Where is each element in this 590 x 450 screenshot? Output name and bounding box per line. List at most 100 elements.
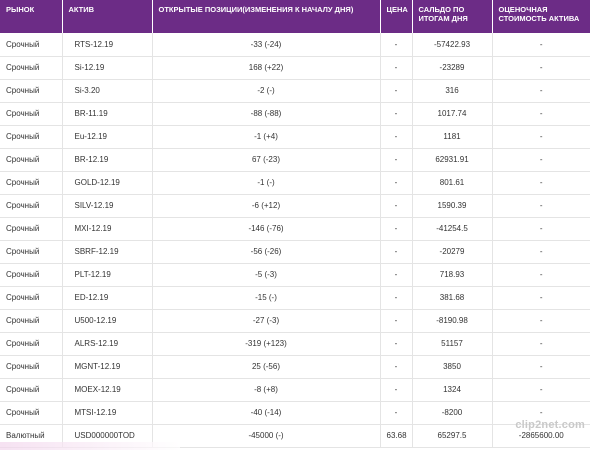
cell-positions: -1 (-) [152, 171, 381, 195]
cell-asset: ED-12.19 [62, 286, 153, 310]
cell-asset: MOEX-12.19 [62, 378, 153, 402]
header-asset[interactable]: АКТИВ [62, 0, 153, 33]
cell-price: - [380, 401, 413, 425]
cell-value: -2865600.00 [492, 424, 590, 448]
cell-balance: -20279 [412, 240, 493, 264]
cell-price: - [380, 56, 413, 80]
table-row[interactable]: Срочный SBRF-12.19 -56 (-26) - -20279- [0, 240, 590, 264]
cell-value: - [492, 263, 590, 287]
cell-value: - [492, 79, 590, 103]
table-row[interactable]: Срочный BR-11.19 -88 (-88) -1017.74- [0, 102, 590, 126]
header-price[interactable]: ЦЕНА [380, 0, 413, 33]
cell-asset: U500-12.19 [62, 309, 153, 333]
cell-value: - [492, 171, 590, 195]
cell-asset: MGNT-12.19 [62, 355, 153, 379]
cell-asset: BR-11.19 [62, 102, 153, 126]
table-row[interactable]: Срочный ALRS-12.19 -319 (+123) -51157- [0, 332, 590, 356]
cell-price: - [380, 355, 413, 379]
cell-price: - [380, 194, 413, 218]
cell-price: - [380, 240, 413, 264]
cell-asset: PLT-12.19 [62, 263, 153, 287]
cell-market: Срочный [0, 355, 63, 379]
cell-balance: -8200 [412, 401, 493, 425]
cell-price: - [380, 148, 413, 172]
cell-positions: -1 (+4) [152, 125, 381, 149]
table-header: РЫНОК АКТИВ ОТКРЫТЫЕ ПОЗИЦИИ(ИЗМЕНЕНИЯ К… [0, 0, 590, 33]
header-balance[interactable]: САЛЬДО ПО ИТОГАМ ДНЯ [412, 0, 493, 33]
cell-balance: 51157 [412, 332, 493, 356]
table-row[interactable]: Срочный SILV-12.19 -6 (+12) -1590.39- [0, 194, 590, 218]
cell-market: Срочный [0, 171, 63, 195]
cell-positions: -8 (+8) [152, 378, 381, 402]
header-market[interactable]: РЫНОК [0, 0, 63, 33]
table-row[interactable]: Срочный RTS-12.19 -33 (-24) - -57422.93- [0, 33, 590, 57]
cell-positions: -45000 (-) [152, 424, 381, 448]
cell-asset: RTS-12.19 [62, 33, 153, 57]
cell-asset: Si-12.19 [62, 56, 153, 80]
page: РЫНОК АКТИВ ОТКРЫТЫЕ ПОЗИЦИИ(ИЗМЕНЕНИЯ К… [0, 0, 590, 450]
cell-market: Срочный [0, 240, 63, 264]
table-row[interactable]: Срочный Si-12.19 168 (+22) - -23289- [0, 56, 590, 80]
cell-price: - [380, 102, 413, 126]
cell-asset: GOLD-12.19 [62, 171, 153, 195]
cell-price: - [380, 378, 413, 402]
cell-market: Срочный [0, 286, 63, 310]
table-row[interactable]: Срочный Eu-12.19 -1 (+4) -1181- [0, 125, 590, 149]
cell-balance: 1324 [412, 378, 493, 402]
cell-balance: -57422.93 [412, 33, 493, 57]
cell-price: - [380, 125, 413, 149]
cell-value: - [492, 401, 590, 425]
cell-price: - [380, 332, 413, 356]
table-row[interactable]: Срочный MOEX-12.19 -8 (+8) -1324- [0, 378, 590, 402]
cell-value: - [492, 332, 590, 356]
cell-positions: -6 (+12) [152, 194, 381, 218]
header-positions[interactable]: ОТКРЫТЫЕ ПОЗИЦИИ(ИЗМЕНЕНИЯ К НАЧАЛУ ДНЯ) [152, 0, 381, 33]
cell-positions: 168 (+22) [152, 56, 381, 80]
table-row[interactable]: Срочный Si-3.20 -2 (-) -316- [0, 79, 590, 103]
cell-positions: -15 (-) [152, 286, 381, 310]
cell-market: Срочный [0, 263, 63, 287]
table-row[interactable]: Срочный MTSI-12.19 -40 (-14) - -8200- [0, 401, 590, 425]
table-row[interactable]: Срочный PLT-12.19 -5 (-3) -718.93- [0, 263, 590, 287]
cell-positions: -146 (-76) [152, 217, 381, 241]
cell-balance: -23289 [412, 56, 493, 80]
cell-positions: 25 (-56) [152, 355, 381, 379]
table-row[interactable]: Срочный BR-12.19 67 (-23) -62931.91- [0, 148, 590, 172]
cell-value: - [492, 355, 590, 379]
cell-positions: -40 (-14) [152, 401, 381, 425]
cell-balance: 3850 [412, 355, 493, 379]
cell-market: Срочный [0, 217, 63, 241]
cell-value: - [492, 56, 590, 80]
cell-balance: -41254.5 [412, 217, 493, 241]
cell-market: Срочный [0, 194, 63, 218]
cell-positions: -27 (-3) [152, 309, 381, 333]
cell-value: - [492, 309, 590, 333]
cell-balance: 1181 [412, 125, 493, 149]
cell-value: - [492, 102, 590, 126]
cell-market: Срочный [0, 148, 63, 172]
cell-price: - [380, 171, 413, 195]
table-row[interactable]: Срочный MGNT-12.19 25 (-56) -3850- [0, 355, 590, 379]
header-row: РЫНОК АКТИВ ОТКРЫТЫЕ ПОЗИЦИИ(ИЗМЕНЕНИЯ К… [0, 0, 590, 33]
table-body: Срочный RTS-12.19 -33 (-24) - -57422.93- Сроч… [0, 33, 590, 448]
cell-balance: 1590.39 [412, 194, 493, 218]
cell-price: - [380, 79, 413, 103]
cell-balance: 718.93 [412, 263, 493, 287]
cell-asset: BR-12.19 [62, 148, 153, 172]
cell-price: - [380, 286, 413, 310]
background-fade [0, 442, 180, 450]
cell-positions: -2 (-) [152, 79, 381, 103]
header-value[interactable]: ОЦЕНОЧНАЯ СТОИМОСТЬ АКТИВА [492, 0, 590, 33]
table-row[interactable]: Срочный MXI-12.19 -146 (-76) - -41254.5- [0, 217, 590, 241]
cell-price: - [380, 309, 413, 333]
table-row[interactable]: Срочный ED-12.19 -15 (-) -381.68- [0, 286, 590, 310]
cell-value: - [492, 125, 590, 149]
cell-balance: 316 [412, 79, 493, 103]
cell-price: 63.68 [380, 424, 413, 448]
cell-positions: -319 (+123) [152, 332, 381, 356]
cell-asset: SILV-12.19 [62, 194, 153, 218]
cell-balance: 381.68 [412, 286, 493, 310]
cell-value: - [492, 217, 590, 241]
table-row[interactable]: Срочный GOLD-12.19 -1 (-) -801.61- [0, 171, 590, 195]
table-row[interactable]: Срочный U500-12.19 -27 (-3) - -8190.98- [0, 309, 590, 333]
